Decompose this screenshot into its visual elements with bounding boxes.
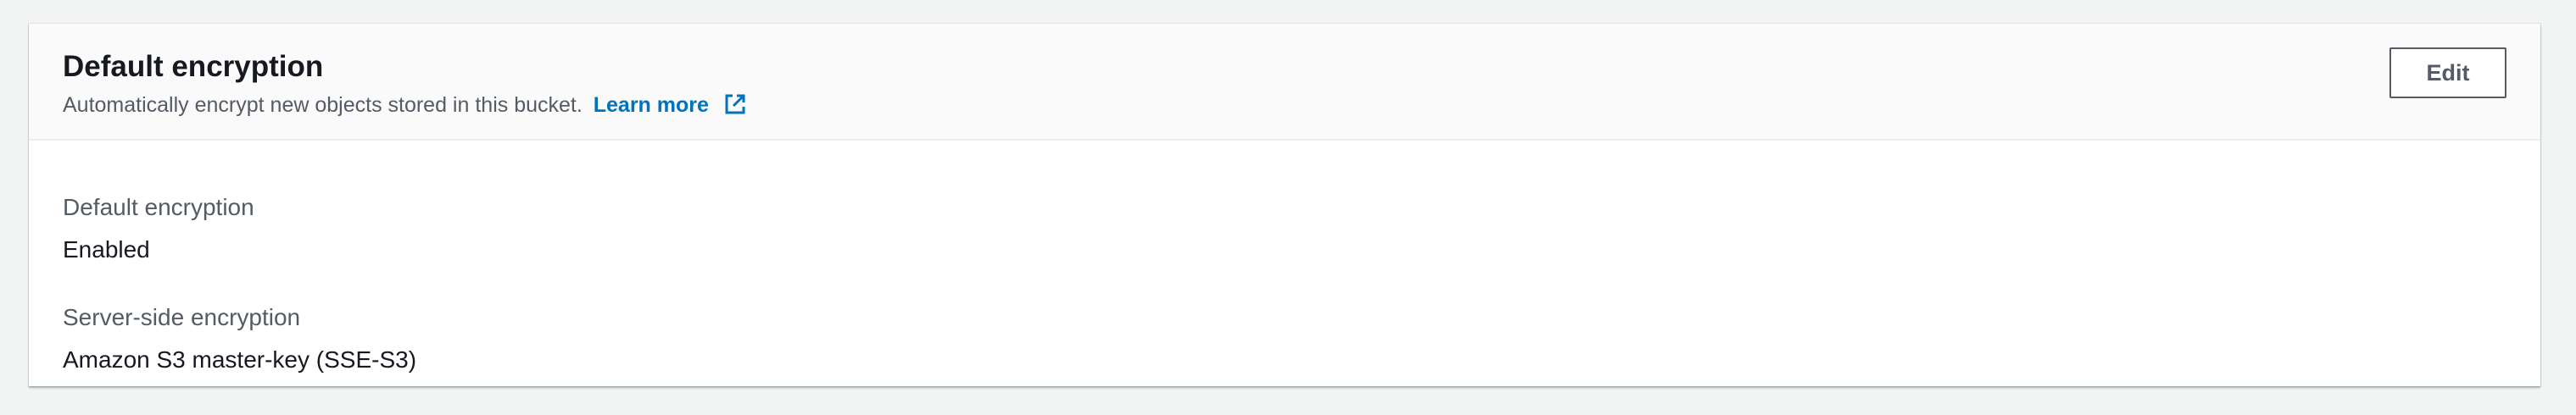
external-link-icon xyxy=(723,92,747,124)
field-default-encryption: Default encryption Enabled xyxy=(63,193,254,263)
learn-more-label: Learn more xyxy=(593,93,709,117)
panel-title: Default encryption xyxy=(63,50,324,83)
field-label: Default encryption xyxy=(63,194,254,220)
learn-more-link[interactable]: Learn more xyxy=(594,93,747,117)
edit-button[interactable]: Edit xyxy=(2389,47,2506,98)
default-encryption-panel: Default encryption Automatically encrypt… xyxy=(29,24,2540,386)
field-value: Enabled xyxy=(63,235,150,263)
field-label: Server-side encryption xyxy=(63,304,301,330)
field-value: Amazon S3 master-key (SSE-S3) xyxy=(63,346,417,373)
panel-description-text: Automatically encrypt new objects stored… xyxy=(63,93,583,117)
panel-header: Default encryption Automatically encrypt… xyxy=(29,24,2540,141)
field-server-side-encryption: Server-side encryption Amazon S3 master-… xyxy=(63,303,416,374)
panel-description: Automatically encrypt new objects stored… xyxy=(63,91,747,124)
